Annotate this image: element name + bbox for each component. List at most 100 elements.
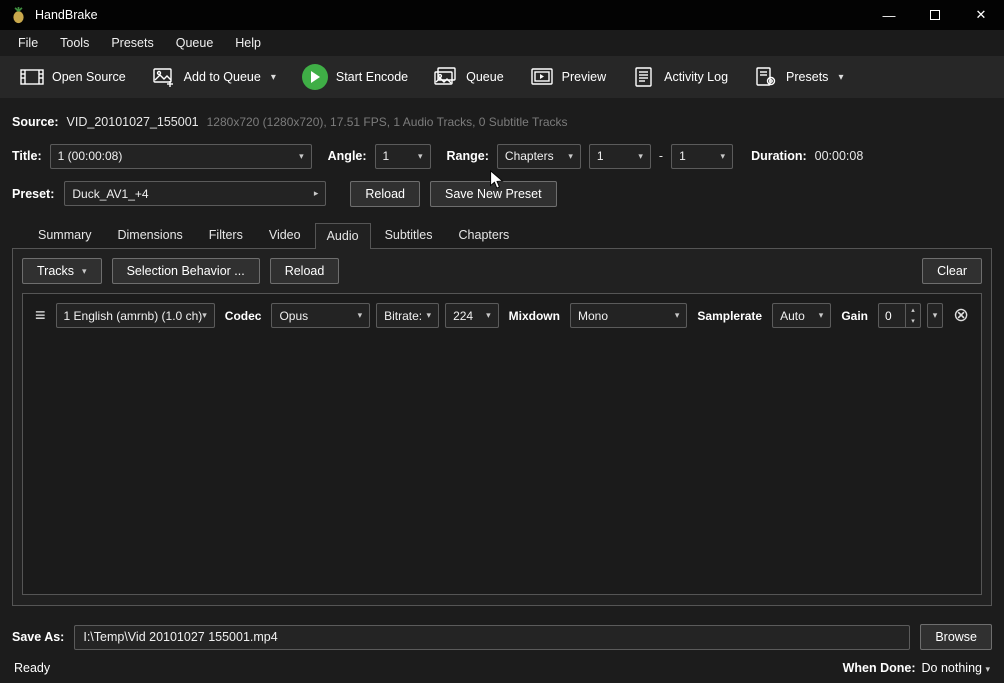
advanced-toggle-button[interactable]: ▾: [927, 303, 943, 328]
titlebar: HandBrake — ✕: [0, 0, 1004, 30]
title-row: Title: 1 (00:00:08) ▾ Angle: 1 ▾ Range: …: [12, 143, 992, 169]
track-source-select[interactable]: 1 English (amrnb) (1.0 ch) ▾: [56, 303, 215, 328]
destination-path-input[interactable]: [74, 625, 910, 650]
tab-subtitles[interactable]: Subtitles: [373, 222, 445, 248]
save-new-preset-button[interactable]: Save New Preset: [430, 181, 557, 207]
menu-tools[interactable]: Tools: [50, 32, 99, 54]
source-name: VID_20101027_155001: [67, 115, 199, 129]
preset-select[interactable]: Duck_AV1_+4 ▸: [64, 181, 326, 206]
preset-label: Preset:: [12, 187, 54, 201]
audio-tab-panel: Tracks ▾ Selection Behavior ... Reload C…: [12, 248, 992, 606]
chevron-down-icon: ▾: [271, 72, 276, 83]
bitrate-value-select[interactable]: 224 ▾: [445, 303, 499, 328]
gain-stepper[interactable]: 0 ▴ ▾: [878, 303, 921, 328]
remove-track-button[interactable]: ⊗: [949, 306, 973, 325]
browse-button[interactable]: Browse: [920, 624, 992, 650]
start-encode-label: Start Encode: [336, 70, 408, 84]
tab-chapters[interactable]: Chapters: [447, 222, 522, 248]
tab-filters[interactable]: Filters: [197, 222, 255, 248]
codec-select[interactable]: Opus ▾: [271, 303, 370, 328]
toolbar: Open Source Add to Queue ▾ Start Encode …: [0, 56, 1004, 98]
close-button[interactable]: ✕: [958, 0, 1004, 30]
samplerate-select[interactable]: Auto ▾: [772, 303, 831, 328]
expander-right-icon: ▸: [314, 189, 319, 198]
menu-file[interactable]: File: [8, 32, 48, 54]
activity-log-icon: [632, 66, 656, 88]
presets-label: Presets: [786, 70, 828, 84]
duration-value: 00:00:08: [815, 149, 864, 163]
source-row: Source: VID_20101027_155001 1280x720 (12…: [12, 112, 992, 132]
presets-icon: [754, 66, 778, 88]
audio-reload-button[interactable]: Reload: [270, 258, 340, 284]
open-source-label: Open Source: [52, 70, 126, 84]
preset-row: Preset: Duck_AV1_+4 ▸ Reload Save New Pr…: [12, 180, 992, 207]
window-controls: — ✕: [866, 0, 1004, 30]
chevron-down-icon[interactable]: ▾: [906, 316, 920, 328]
source-details: 1280x720 (1280x720), 17.51 FPS, 1 Audio …: [207, 115, 568, 129]
filmstrip-icon: [20, 66, 44, 88]
menubar: File Tools Presets Queue Help: [0, 30, 1004, 56]
tab-summary[interactable]: Summary: [26, 222, 103, 248]
reload-preset-button[interactable]: Reload: [350, 181, 420, 207]
save-as-row: Save As: Browse: [12, 624, 992, 650]
open-source-button[interactable]: Open Source: [10, 60, 136, 94]
save-as-label: Save As:: [12, 630, 64, 644]
title-label: Title:: [12, 149, 42, 163]
preview-button[interactable]: Preview: [520, 60, 616, 94]
tab-dimensions[interactable]: Dimensions: [105, 222, 194, 248]
tab-video[interactable]: Video: [257, 222, 313, 248]
audio-track-list: ≡ 1 English (amrnb) (1.0 ch) ▾ Codec Opu…: [22, 293, 982, 595]
when-done-group: When Done: Do nothing ▾: [843, 661, 990, 675]
title-select[interactable]: 1 (00:00:08) ▾: [50, 144, 312, 169]
mixdown-label: Mixdown: [509, 309, 560, 323]
clear-tracks-button[interactable]: Clear: [922, 258, 982, 284]
source-label: Source:: [12, 115, 59, 129]
main-content: Source: VID_20101027_155001 1280x720 (12…: [0, 98, 1004, 653]
chevron-down-icon: ▾: [358, 311, 363, 320]
activity-log-label: Activity Log: [664, 70, 728, 84]
codec-label: Codec: [225, 309, 262, 323]
tracks-menu-button[interactable]: Tracks ▾: [22, 258, 102, 284]
duration-label: Duration:: [751, 149, 807, 163]
mixdown-select[interactable]: Mono ▾: [570, 303, 687, 328]
queue-label: Queue: [466, 70, 504, 84]
tab-audio[interactable]: Audio: [315, 223, 371, 249]
maximize-button[interactable]: [912, 0, 958, 30]
bitrate-mode-select[interactable]: Bitrate: ▾: [376, 303, 439, 328]
range-end-select[interactable]: 1 ▾: [671, 144, 733, 169]
window-title: HandBrake: [35, 8, 98, 22]
drag-handle-icon[interactable]: ≡: [31, 305, 50, 326]
chevron-down-icon: ▾: [721, 152, 726, 161]
menu-presets[interactable]: Presets: [101, 32, 163, 54]
when-done-label: When Done:: [843, 661, 916, 675]
preview-icon: [530, 66, 554, 88]
range-start-select[interactable]: 1 ▾: [589, 144, 651, 169]
minimize-button[interactable]: —: [866, 0, 912, 30]
status-text: Ready: [14, 661, 50, 675]
chevron-down-icon: ▾: [675, 311, 680, 320]
play-icon: [302, 64, 328, 90]
selection-behavior-button[interactable]: Selection Behavior ...: [112, 258, 260, 284]
chevron-down-icon: ▾: [568, 152, 573, 161]
add-to-queue-label: Add to Queue: [184, 70, 261, 84]
add-to-queue-button[interactable]: Add to Queue ▾: [142, 60, 286, 94]
queue-button[interactable]: Queue: [424, 60, 514, 94]
menu-queue[interactable]: Queue: [166, 32, 224, 54]
activity-log-button[interactable]: Activity Log: [622, 60, 738, 94]
preview-label: Preview: [562, 70, 606, 84]
presets-button[interactable]: Presets ▾: [744, 60, 853, 94]
queue-icon: [434, 66, 458, 88]
angle-label: Angle:: [328, 149, 367, 163]
chevron-down-icon: ▾: [985, 664, 990, 674]
audio-track-row: ≡ 1 English (amrnb) (1.0 ch) ▾ Codec Opu…: [31, 303, 973, 328]
stepper-arrows[interactable]: ▴ ▾: [905, 304, 920, 327]
chevron-down-icon: ▾: [299, 152, 304, 161]
when-done-select[interactable]: Do nothing ▾: [922, 661, 990, 675]
range-type-select[interactable]: Chapters ▾: [497, 144, 581, 169]
menu-help[interactable]: Help: [225, 32, 271, 54]
chevron-down-icon: ▾: [933, 310, 938, 321]
start-encode-button[interactable]: Start Encode: [292, 58, 418, 96]
angle-select[interactable]: 1 ▾: [375, 144, 431, 169]
audio-toolbar: Tracks ▾ Selection Behavior ... Reload C…: [22, 258, 982, 284]
chevron-up-icon[interactable]: ▴: [906, 304, 920, 316]
